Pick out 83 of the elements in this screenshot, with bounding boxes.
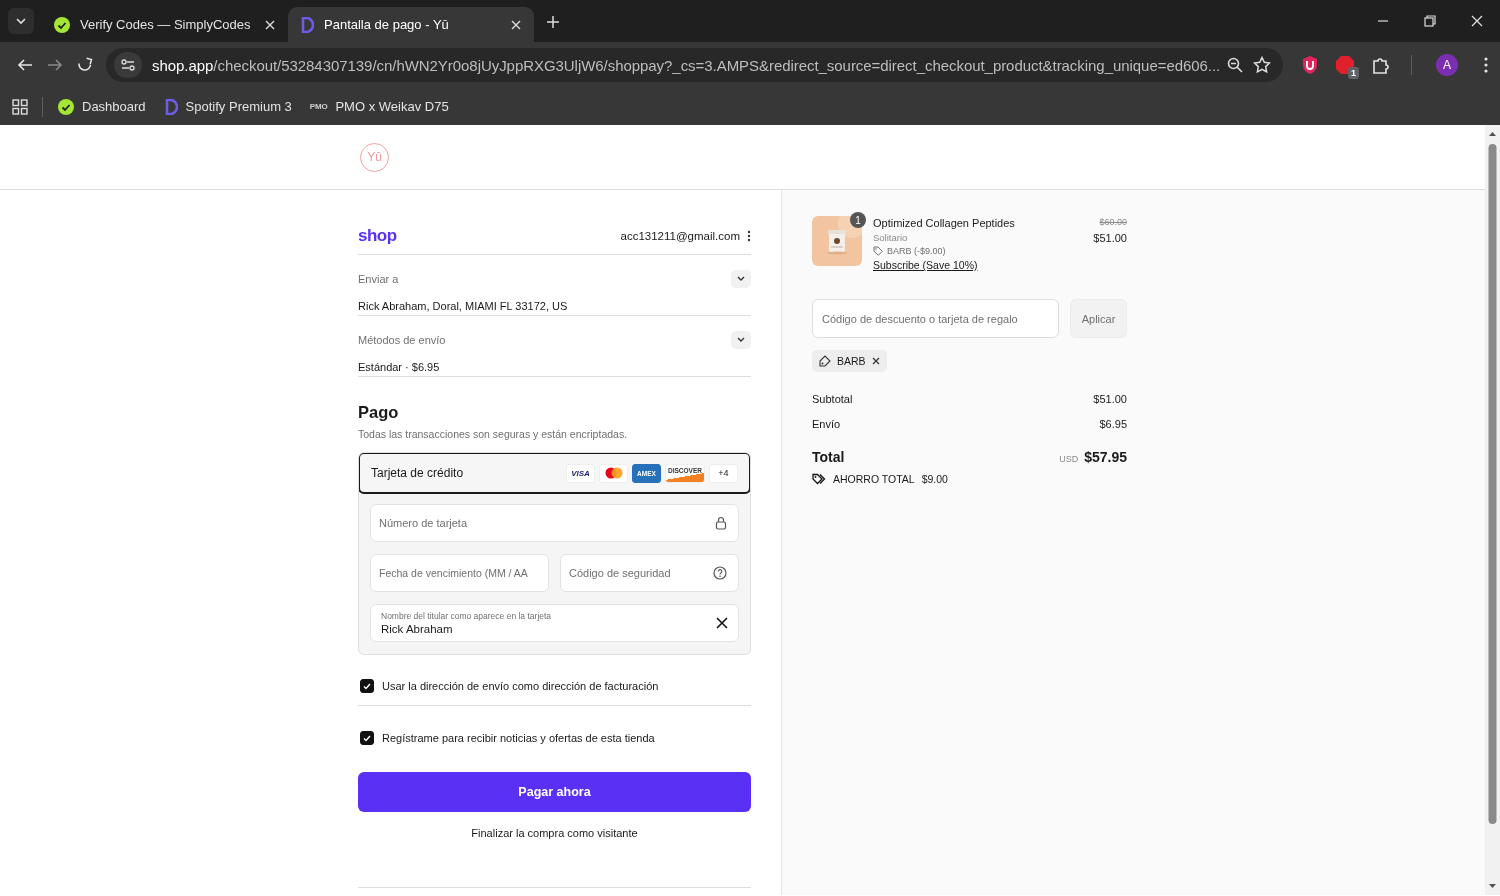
total-label: Total	[812, 449, 845, 465]
product-price: $51.00	[1093, 232, 1127, 244]
pay-now-button[interactable]: Pagar ahora	[358, 772, 751, 812]
discount-note: BARB (-$9.00)	[887, 246, 946, 256]
line-label: Envío	[812, 417, 841, 430]
savings-amount: $9.00	[921, 473, 948, 485]
close-icon[interactable]	[264, 18, 276, 31]
bookmark[interactable]: PMO PMO x Weikav D75	[300, 92, 458, 121]
checkmark-icon	[363, 682, 371, 690]
tags-icon	[812, 473, 826, 485]
check-badge-icon	[54, 16, 70, 33]
reload-icon[interactable]	[77, 57, 93, 73]
back-arrow-icon[interactable]	[17, 57, 33, 73]
quantity-badge: 1	[850, 212, 866, 228]
apps-grid-icon[interactable]	[12, 98, 28, 115]
more-options-icon[interactable]	[747, 230, 751, 242]
product-variant: Solitario	[873, 232, 909, 243]
card-number-field[interactable]: Número de tarjeta	[370, 504, 739, 542]
discount-code-field[interactable]: Código de descuento o tarjeta de regalo	[812, 299, 1059, 338]
zoom-icon[interactable]	[1227, 57, 1243, 73]
original-price: $60.00	[1099, 217, 1127, 227]
bookmark[interactable]: Spotify Premium 3	[154, 92, 301, 121]
menu-icon[interactable]	[1484, 57, 1488, 73]
apply-button[interactable]: Aplicar	[1070, 299, 1127, 338]
puzzle-icon[interactable]	[1371, 55, 1391, 75]
close-icon[interactable]	[1470, 15, 1483, 27]
checkmark-icon	[363, 734, 371, 742]
lock-icon	[715, 516, 727, 530]
section-heading: Pago	[358, 403, 400, 422]
product-name: Optimized Collagen Peptides	[873, 217, 1016, 229]
total-amount: $57.95	[1084, 449, 1127, 465]
checkbox-label: Regístrame para recibir noticias y ofertas de esta tienda	[382, 732, 655, 744]
profile-avatar[interactable]: A	[1436, 54, 1458, 76]
chevron-toggle[interactable]	[731, 269, 751, 288]
tag-icon	[873, 246, 883, 256]
line-amount: $51.00	[1093, 392, 1127, 405]
shop-logo: shop	[358, 226, 397, 246]
browser-tab[interactable]: Pantalla de pago - Yū	[288, 7, 534, 42]
currency-code: USD	[1059, 454, 1079, 464]
savings-label: AHORRO TOTAL	[833, 473, 915, 485]
guest-checkout-link[interactable]: Finalizar la compra como visitante	[471, 827, 638, 839]
bookmark-icon: PMO	[309, 102, 328, 111]
expiry-date-field[interactable]: Fecha de vencimiento (MM / AA	[370, 554, 549, 592]
checkbox[interactable]	[360, 731, 374, 745]
line-amount: $6.95	[1099, 417, 1127, 430]
section-label: Enviar a	[358, 272, 400, 285]
section-subtitle: Todas las transacciones son seguras y están encriptadas.	[358, 428, 629, 440]
forward-arrow-icon[interactable]	[47, 57, 63, 73]
clear-icon[interactable]	[716, 617, 728, 629]
cardholder-name-field[interactable]: Nombre del titular como aparece en la tarjeta Rick Abraham	[370, 604, 739, 642]
chevron-down-icon	[737, 276, 745, 282]
tag-icon	[819, 355, 831, 367]
tab-search-icon[interactable]	[8, 8, 34, 34]
shield-icon[interactable]	[1301, 55, 1319, 75]
checkbox[interactable]	[360, 679, 374, 693]
help-icon	[713, 566, 727, 580]
circles-icon	[604, 467, 623, 479]
star-icon[interactable]	[1253, 56, 1271, 74]
shop-logo-icon	[163, 98, 178, 115]
line-label: Subtotal	[812, 392, 853, 405]
site-settings-icon[interactable]	[114, 52, 142, 78]
security-code-field[interactable]: Código de seguridad	[560, 554, 739, 592]
account-email: acc131211@gmail.com	[620, 230, 740, 242]
restore-icon[interactable]	[1423, 15, 1436, 27]
subscribe-link[interactable]: Subscribe (Save 10%)	[873, 259, 1083, 271]
payment-method-label: Tarjeta de crédito	[371, 466, 464, 480]
address-bar[interactable]: shop.app/checkout/53284307139/cn/hWN2Yr0o8jUyJppRXG3UljW6/shoppay?_cs=3.AMPS&redirect_source=direct_checkout_product&tracking_unique=ed606...	[106, 48, 1283, 82]
bookmark[interactable]: Dashboard	[49, 92, 155, 121]
chevron-down-icon	[737, 337, 745, 343]
section-value: Rick Abraham, Doral, MIAMI FL 33172, US	[358, 300, 569, 313]
card-brand-logo: VISA	[566, 463, 595, 483]
section-value: Estándar · $6.95	[358, 361, 441, 374]
checkbox-label: Usar la dirección de envío como dirección de facturación	[382, 680, 659, 692]
close-icon[interactable]	[510, 18, 522, 31]
remove-icon[interactable]	[871, 357, 880, 365]
card-brand-logo: +4	[709, 463, 738, 483]
shop-logo-icon	[300, 16, 314, 33]
new-tab-icon[interactable]	[546, 14, 560, 29]
chevron-toggle[interactable]	[731, 330, 751, 349]
section-label: Métodos de envío	[358, 333, 447, 346]
discount-code: BARB	[837, 355, 866, 367]
check-badge-icon	[58, 98, 74, 115]
browser-tab[interactable]: Verify Codes — SimplyCodes	[42, 7, 288, 42]
